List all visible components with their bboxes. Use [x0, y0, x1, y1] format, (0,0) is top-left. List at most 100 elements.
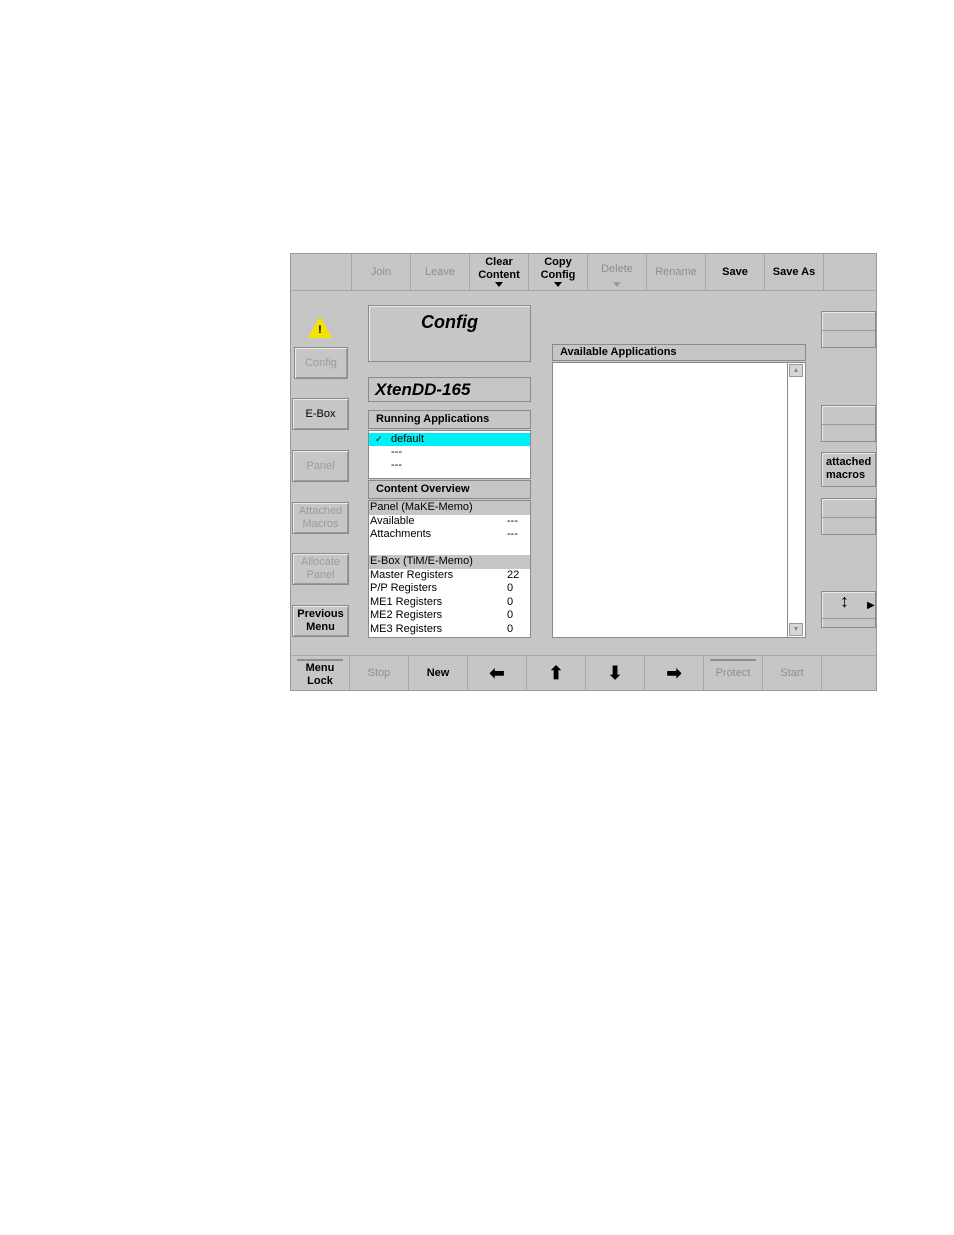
start-label: Start: [780, 666, 804, 679]
row-value: 0: [507, 622, 514, 635]
arrow-down-icon: ⬇: [607, 662, 623, 683]
page-title: Config: [368, 305, 531, 362]
list-item[interactable]: ---: [369, 446, 530, 459]
sidebar-ebox-button[interactable]: E-Box: [292, 398, 349, 430]
scroll-down-icon[interactable]: ▼: [789, 623, 803, 636]
rename-button[interactable]: Rename: [647, 254, 706, 290]
sidebar-allocate-panel-button[interactable]: Allocate Panel: [292, 553, 349, 585]
join-button[interactable]: Join: [352, 254, 411, 290]
save-button[interactable]: Save: [706, 254, 765, 290]
new-label: New: [426, 666, 450, 679]
up-down-arrow-icon: ↕: [840, 591, 849, 611]
sidebar-config-button[interactable]: Config: [294, 347, 348, 379]
main-panel: Join Leave Clear Content Copy Config Del…: [290, 253, 877, 691]
sidebar-allocate-panel-label: Allocate Panel: [300, 556, 341, 581]
divider: [822, 329, 875, 331]
row-label: Master Registers: [370, 568, 454, 581]
table-row: Available ---: [369, 515, 530, 529]
dropdown-caret-icon: [554, 282, 562, 287]
new-button[interactable]: New: [409, 656, 468, 690]
running-apps-list[interactable]: ✓ default --- ---: [368, 430, 531, 479]
table-row: P/P Registers 0: [369, 582, 530, 596]
save-label: Save: [722, 265, 748, 278]
running-apps-header: Running Applications: [368, 410, 531, 429]
start-button[interactable]: Start: [763, 656, 822, 690]
protect-label: Protect: [715, 666, 751, 679]
list-item-label: ---: [391, 446, 402, 458]
copy-config-label: Copy Config: [540, 256, 576, 281]
bottom-toolbar: Menu Lock Stop New ⬅ ⬆ ⬇ ➡ Protect Start: [291, 655, 876, 690]
list-item[interactable]: ✓ default: [369, 433, 530, 446]
menu-lock-button[interactable]: Menu Lock: [291, 656, 350, 690]
arrow-up-button[interactable]: ⬆: [527, 656, 586, 690]
toggle-indicator: [297, 659, 343, 661]
top-toolbar-end: [824, 254, 876, 290]
bottom-toolbar-end: [822, 656, 876, 690]
rename-label: Rename: [655, 265, 697, 278]
dropdown-caret-icon: [495, 282, 503, 287]
row-value: 0: [507, 609, 514, 621]
row-label: ME3 Registers: [370, 622, 443, 635]
save-as-button[interactable]: Save As: [765, 254, 824, 290]
row-value: 22: [507, 568, 520, 581]
list-item[interactable]: ---: [369, 459, 530, 472]
table-row: ME2 Registers 0: [369, 609, 530, 623]
menu-lock-label: Menu Lock: [305, 662, 335, 687]
divider: [822, 516, 875, 518]
row-label: ME2 Registers: [370, 609, 443, 621]
divider: [822, 423, 875, 425]
sidebar-panel-button[interactable]: Panel: [292, 450, 349, 482]
sidebar-attached-macros-button[interactable]: Attached Macros: [292, 502, 349, 534]
clear-content-label: Clear Content: [478, 256, 520, 281]
list-item-label: ---: [391, 459, 402, 471]
arrow-left-button[interactable]: ⬅: [468, 656, 527, 690]
vertical-scrollbar[interactable]: ▲ ▼: [787, 363, 805, 637]
available-apps-list[interactable]: ▲ ▼: [552, 362, 806, 638]
stop-label: Stop: [367, 666, 391, 679]
table-row: ME3 Registers 0: [369, 623, 530, 637]
right-triangle-icon: ▶: [867, 600, 875, 611]
table-row: ME1 Registers 0: [369, 596, 530, 610]
right-slot-1[interactable]: [821, 311, 876, 348]
checkmark-icon: ✓: [375, 434, 383, 444]
delete-button[interactable]: Delete: [588, 254, 647, 290]
panel-section-title: Panel (MaKE-Memo): [369, 501, 530, 515]
top-toolbar-blank: [291, 254, 352, 290]
scroll-up-icon[interactable]: ▲: [789, 364, 803, 377]
content-overview-header: Content Overview: [368, 480, 531, 499]
arrow-up-icon: ⬆: [548, 662, 564, 683]
available-apps-header: Available Applications: [552, 344, 806, 361]
scroll-control[interactable]: ↕ ▶: [821, 591, 876, 628]
arrow-right-icon: ➡: [666, 662, 682, 683]
stop-button[interactable]: Stop: [350, 656, 409, 690]
clear-content-button[interactable]: Clear Content: [470, 254, 529, 290]
copy-config-button[interactable]: Copy Config: [529, 254, 588, 290]
divider: [822, 618, 875, 619]
row-label: P/P Registers: [370, 582, 438, 594]
sidebar-panel-label: Panel: [306, 459, 335, 472]
sidebar-previous-menu-button[interactable]: Previous Menu: [292, 605, 349, 637]
sidebar-previous-menu-label: Previous Menu: [297, 608, 344, 633]
join-label: Join: [370, 265, 392, 278]
table-row: Attachments ---: [369, 528, 530, 542]
table-row: Master Registers 22: [369, 569, 530, 583]
arrow-right-button[interactable]: ➡: [645, 656, 704, 690]
attached-macros-label: attached macros: [826, 456, 872, 481]
protect-button[interactable]: Protect: [704, 656, 763, 690]
row-value: ---: [507, 514, 518, 527]
leave-button[interactable]: Leave: [411, 254, 470, 290]
right-slot-3[interactable]: [821, 498, 876, 535]
sidebar-ebox-label: E-Box: [305, 407, 336, 420]
right-slot-2[interactable]: [821, 405, 876, 442]
row-label: Available: [370, 514, 415, 527]
row-value: ---: [507, 528, 518, 540]
spacer-row: [369, 542, 530, 556]
leave-label: Leave: [425, 265, 455, 278]
list-item-label: default: [391, 433, 425, 445]
arrow-left-icon: ⬅: [489, 662, 505, 683]
row-value: 0: [507, 595, 514, 608]
content-overview-table: Panel (MaKE-Memo) Available --- Attachmen…: [368, 500, 531, 638]
sidebar-config-label: Config: [305, 356, 337, 369]
attached-macros-button[interactable]: attached macros: [821, 452, 876, 487]
arrow-down-button[interactable]: ⬇: [586, 656, 645, 690]
